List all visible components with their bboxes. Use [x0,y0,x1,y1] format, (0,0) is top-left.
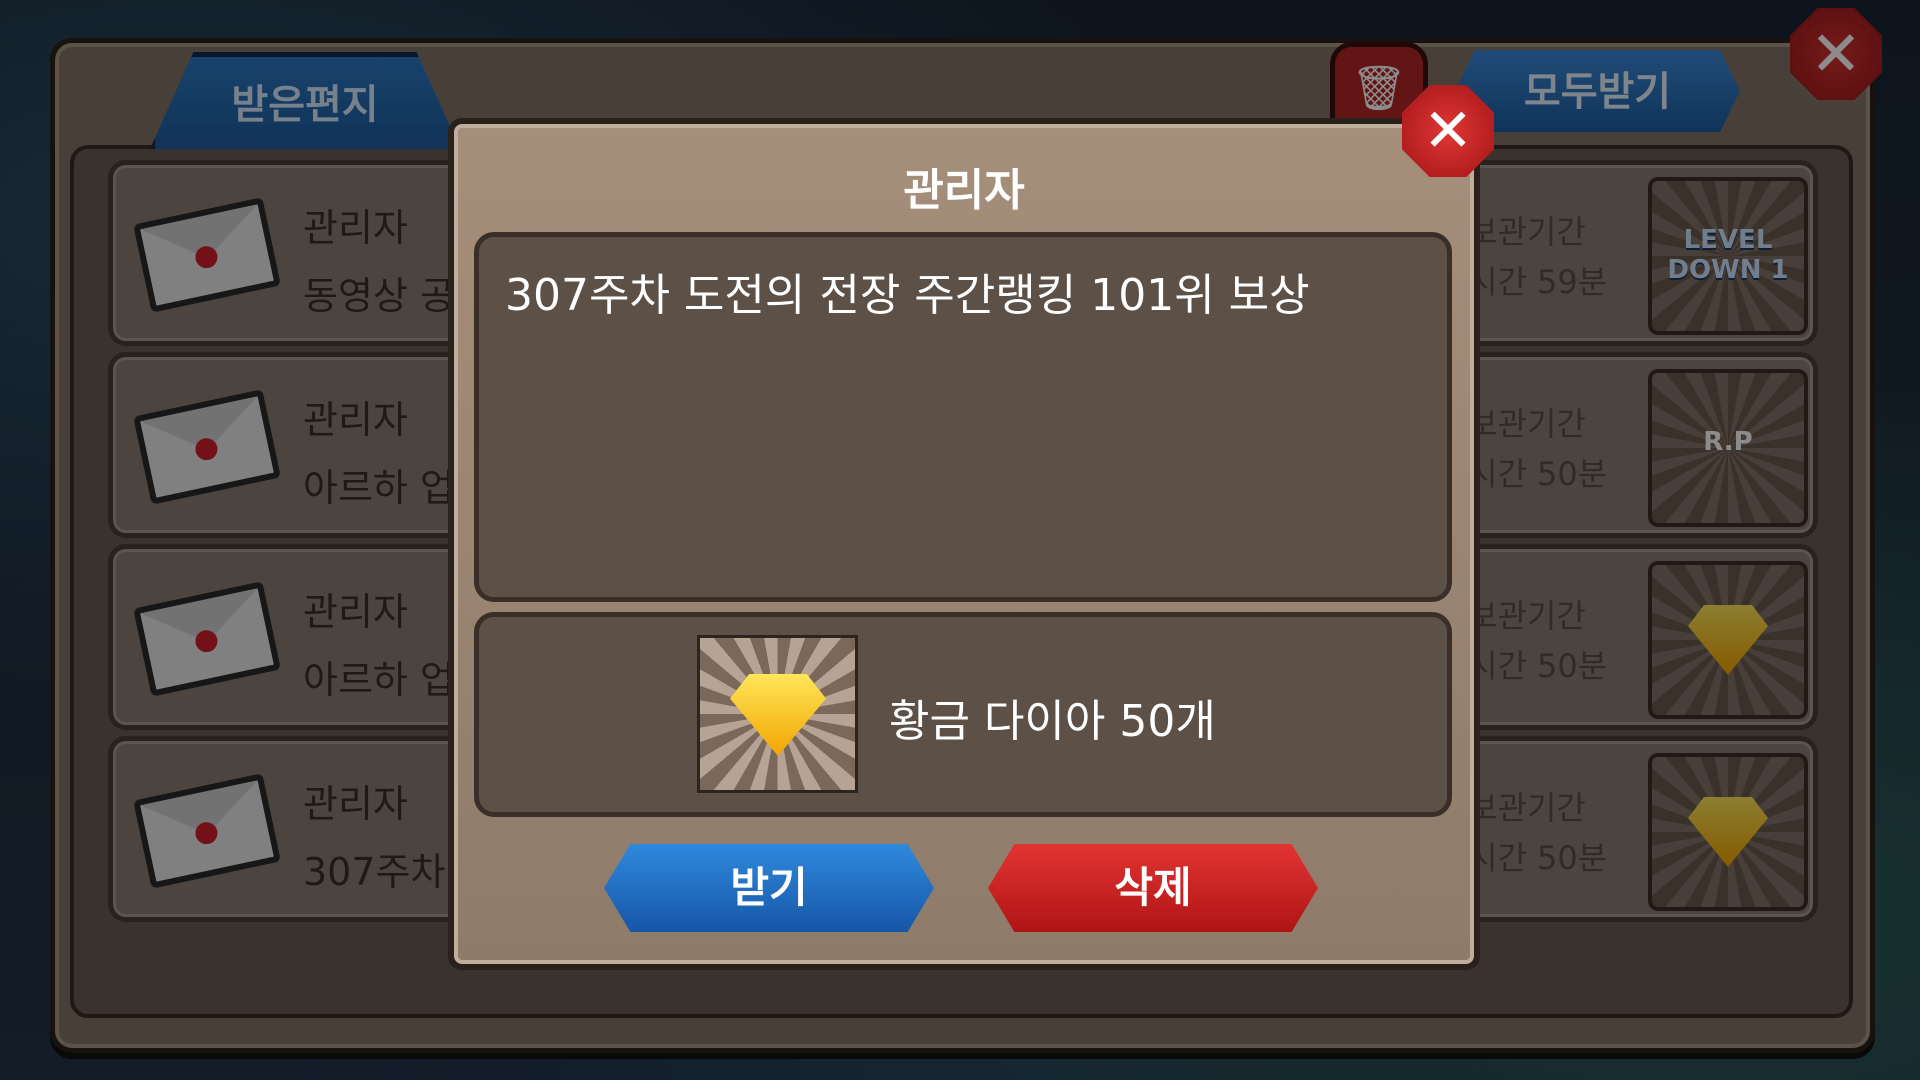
dialog-title: 관리자 [903,165,1025,216]
reward-text: 황금 다이아 50개 [889,696,1216,747]
message-text: 307주차 도전의 전장 주간랭킹 101위 보상 [505,270,1310,321]
delete-button[interactable]: 삭제 [988,844,1318,932]
gold-diamond-icon [697,635,858,793]
message-box: 307주차 도전의 전장 주간랭킹 101위 보상 [474,232,1452,602]
reward-box: 황금 다이아 50개 [474,612,1452,817]
mail-detail-dialog: 관리자 307주차 도전의 전장 주간랭킹 101위 보상 황금 다이아 50개… [448,118,1480,970]
close-icon[interactable]: ✕ [1402,85,1494,177]
receive-button[interactable]: 받기 [604,844,934,932]
